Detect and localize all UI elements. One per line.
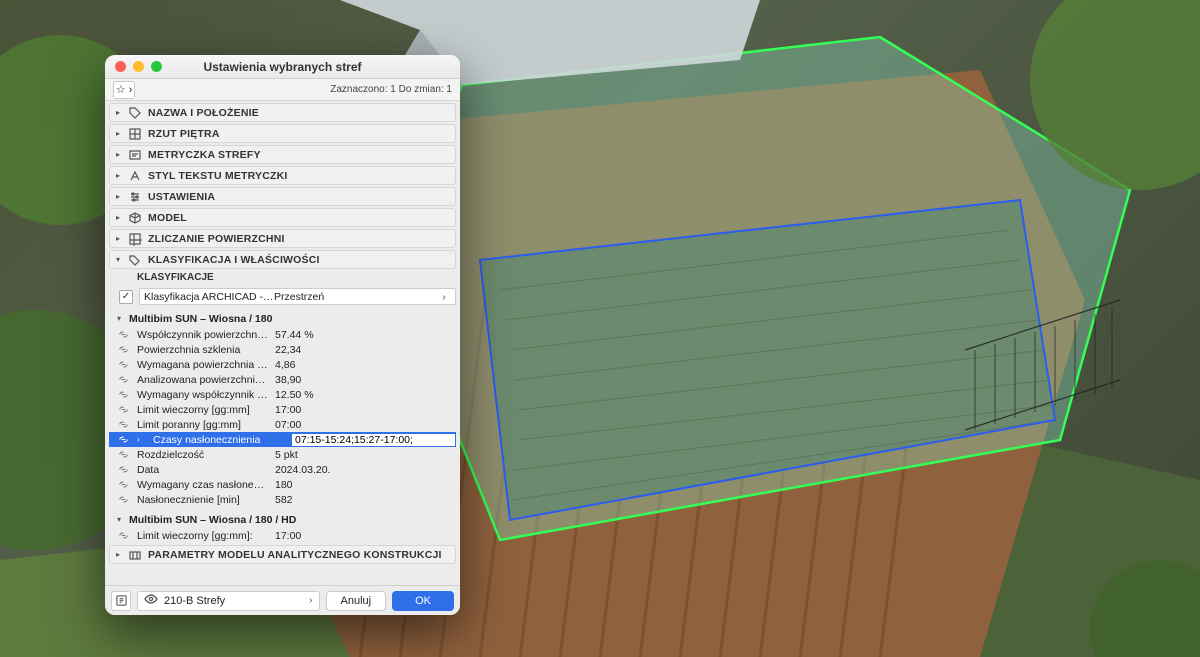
property-key: Wymagana powierzchnia o…: [137, 359, 269, 371]
link-icon: [115, 374, 131, 385]
property-value[interactable]: 2024.03.20.: [275, 464, 456, 476]
section-zone-stamp[interactable]: METRYCZKA STREFY: [109, 145, 456, 164]
ok-button[interactable]: OK: [392, 591, 454, 611]
property-key: Nasłonecznienie [min]: [137, 494, 269, 506]
group-name: Multibim SUN – Wiosna / 180 / HD: [129, 514, 296, 526]
analytical-icon: [128, 548, 142, 562]
section-classification[interactable]: KLASYFIKACJA I WŁAŚCIWOŚCI: [109, 250, 456, 269]
zoom-icon[interactable]: [151, 61, 162, 72]
eye-icon: [144, 592, 158, 609]
property-key: Limit wieczorny [gg:mm]:: [137, 530, 269, 542]
section-model[interactable]: MODEL: [109, 208, 456, 227]
group-name: Multibim SUN – Wiosna / 180: [129, 313, 272, 325]
toolbar: ☆ › Zaznaczono: 1 Do zmian: 1: [105, 79, 460, 101]
property-value[interactable]: 12.50 %: [275, 389, 456, 401]
link-icon: [115, 329, 131, 340]
property-row[interactable]: › Czasy nasłonecznienia 07:15-15:24;15:27-…: [109, 432, 456, 447]
selection-status: Zaznaczono: 1 Do zmian: 1: [330, 84, 452, 95]
property-row[interactable]: Limit poranny [gg:mm] 07:00: [109, 417, 456, 432]
property-value[interactable]: 582: [275, 494, 456, 506]
property-group-header[interactable]: Multibim SUN – Wiosna / 180 / HD: [109, 511, 456, 528]
link-icon: [115, 530, 131, 541]
section-stamp-style[interactable]: STYL TEKSTU METRYCZKI: [109, 166, 456, 185]
classification-row: ✓ Klasyfikacja ARCHICAD - v… Przestrzeń …: [109, 287, 456, 306]
link-icon: [115, 389, 131, 400]
link-icon: [115, 449, 131, 460]
link-icon: [115, 434, 131, 445]
property-key: Powierzchnia szklenia: [137, 344, 269, 356]
property-key: Rozdzielczość: [137, 449, 269, 461]
section-analytical[interactable]: PARAMETRY MODELU ANALITYCZNEGO KONSTRUKC…: [109, 545, 456, 564]
property-value[interactable]: 57.44 %: [275, 329, 456, 341]
section-name-position[interactable]: NAZWA I POŁOŻENIE: [109, 103, 456, 122]
titlebar[interactable]: Ustawienia wybranych stref: [105, 55, 460, 79]
stamp-icon: [128, 148, 142, 162]
property-key: Czasy nasłonecznienia: [153, 434, 285, 446]
property-row[interactable]: Powierzchnia szklenia 22,34: [109, 342, 456, 357]
dialog-footer: 210-B Strefy › Anuluj OK: [105, 585, 460, 615]
section-area-calc[interactable]: ZLICZANIE POWIERZCHNI: [109, 229, 456, 248]
property-row[interactable]: Limit wieczorny [gg:mm] 17:00: [109, 402, 456, 417]
text-style-icon: [128, 169, 142, 183]
property-value[interactable]: 07:00: [275, 419, 456, 431]
chevron-right-icon[interactable]: ›: [309, 595, 312, 606]
property-value[interactable]: 22,34: [275, 344, 456, 356]
property-row[interactable]: Wymagany współczynnik p… 12.50 %: [109, 387, 456, 402]
sliders-icon: [128, 190, 142, 204]
link-icon: [115, 479, 131, 490]
cube-icon: [128, 211, 142, 225]
property-row[interactable]: Wymagana powierzchnia o… 4,86: [109, 357, 456, 372]
classifications-heading: KLASYFIKACJE: [109, 269, 456, 286]
minimize-icon[interactable]: [133, 61, 144, 72]
zone-settings-dialog: Ustawienia wybranych stref ☆ › Zaznaczon…: [105, 55, 460, 615]
property-group-header[interactable]: Multibim SUN – Wiosna / 180: [109, 310, 456, 327]
property-row[interactable]: Analizowana powierzchni… 38,90: [109, 372, 456, 387]
property-row[interactable]: Wymagany czas nasłonec… 180: [109, 477, 456, 492]
link-icon: [115, 404, 131, 415]
close-icon[interactable]: [115, 61, 126, 72]
property-key: Data: [137, 464, 269, 476]
property-key: Wymagany współczynnik p…: [137, 389, 269, 401]
property-value[interactable]: 38,90: [275, 374, 456, 386]
property-value[interactable]: 17:00: [275, 530, 456, 542]
property-row[interactable]: Nasłonecznienie [min] 582: [109, 492, 456, 507]
property-key: Limit poranny [gg:mm]: [137, 419, 269, 431]
classification-field[interactable]: Klasyfikacja ARCHICAD - v… Przestrzeń ›: [139, 288, 456, 305]
property-value[interactable]: 5 pkt: [275, 449, 456, 461]
property-row[interactable]: Współczynnik powierzchni… 57.44 %: [109, 327, 456, 342]
cancel-button[interactable]: Anuluj: [326, 591, 387, 611]
property-value[interactable]: 07:15-15:24;15:27-17:00;: [291, 433, 456, 447]
favorites-button[interactable]: ☆ ›: [113, 81, 135, 99]
section-floor-plan[interactable]: RZUT PIĘTRA: [109, 124, 456, 143]
link-icon: [115, 344, 131, 355]
property-row[interactable]: Limit wieczorny [gg:mm]: 17:00: [109, 528, 456, 543]
section-settings[interactable]: USTAWIENIA: [109, 187, 456, 206]
classification-checkbox[interactable]: ✓: [119, 290, 133, 304]
layer-selector[interactable]: 210-B Strefy ›: [137, 591, 320, 611]
area-icon: [128, 232, 142, 246]
link-icon: [115, 464, 131, 475]
property-row[interactable]: Rozdzielczość 5 pkt: [109, 447, 456, 462]
link-icon: [115, 359, 131, 370]
tags-icon: [128, 253, 142, 267]
link-icon: [115, 419, 131, 430]
property-key: Wymagany czas nasłonec…: [137, 479, 269, 491]
property-key: Analizowana powierzchni…: [137, 374, 269, 386]
property-key: Limit wieczorny [gg:mm]: [137, 404, 269, 416]
link-icon: [115, 494, 131, 505]
dialog-body[interactable]: NAZWA I POŁOŻENIE RZUT PIĘTRA METRYCZKA …: [105, 101, 460, 585]
property-value[interactable]: 4,86: [275, 359, 456, 371]
favorite-preset-button[interactable]: [111, 591, 131, 611]
tag-icon: [128, 106, 142, 120]
property-value[interactable]: 17:00: [275, 404, 456, 416]
property-key: Współczynnik powierzchni…: [137, 329, 269, 341]
layer-name: 210-B Strefy: [164, 595, 225, 607]
floorplan-icon: [128, 127, 142, 141]
chevron-right-icon: ›: [137, 435, 147, 444]
chevron-right-icon[interactable]: ›: [437, 291, 451, 303]
property-row[interactable]: Data 2024.03.20.: [109, 462, 456, 477]
property-value[interactable]: 180: [275, 479, 456, 491]
